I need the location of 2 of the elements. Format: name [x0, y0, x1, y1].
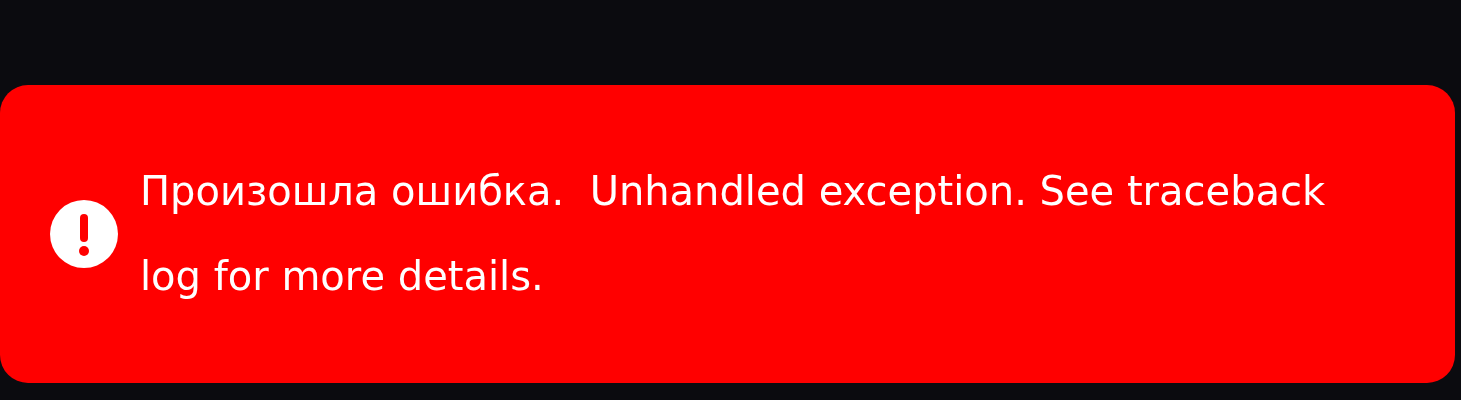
error-message: Произошла ошибка. Unhandled exception. See traceback log for more details. — [140, 167, 1327, 301]
exclamation-icon — [50, 200, 118, 268]
